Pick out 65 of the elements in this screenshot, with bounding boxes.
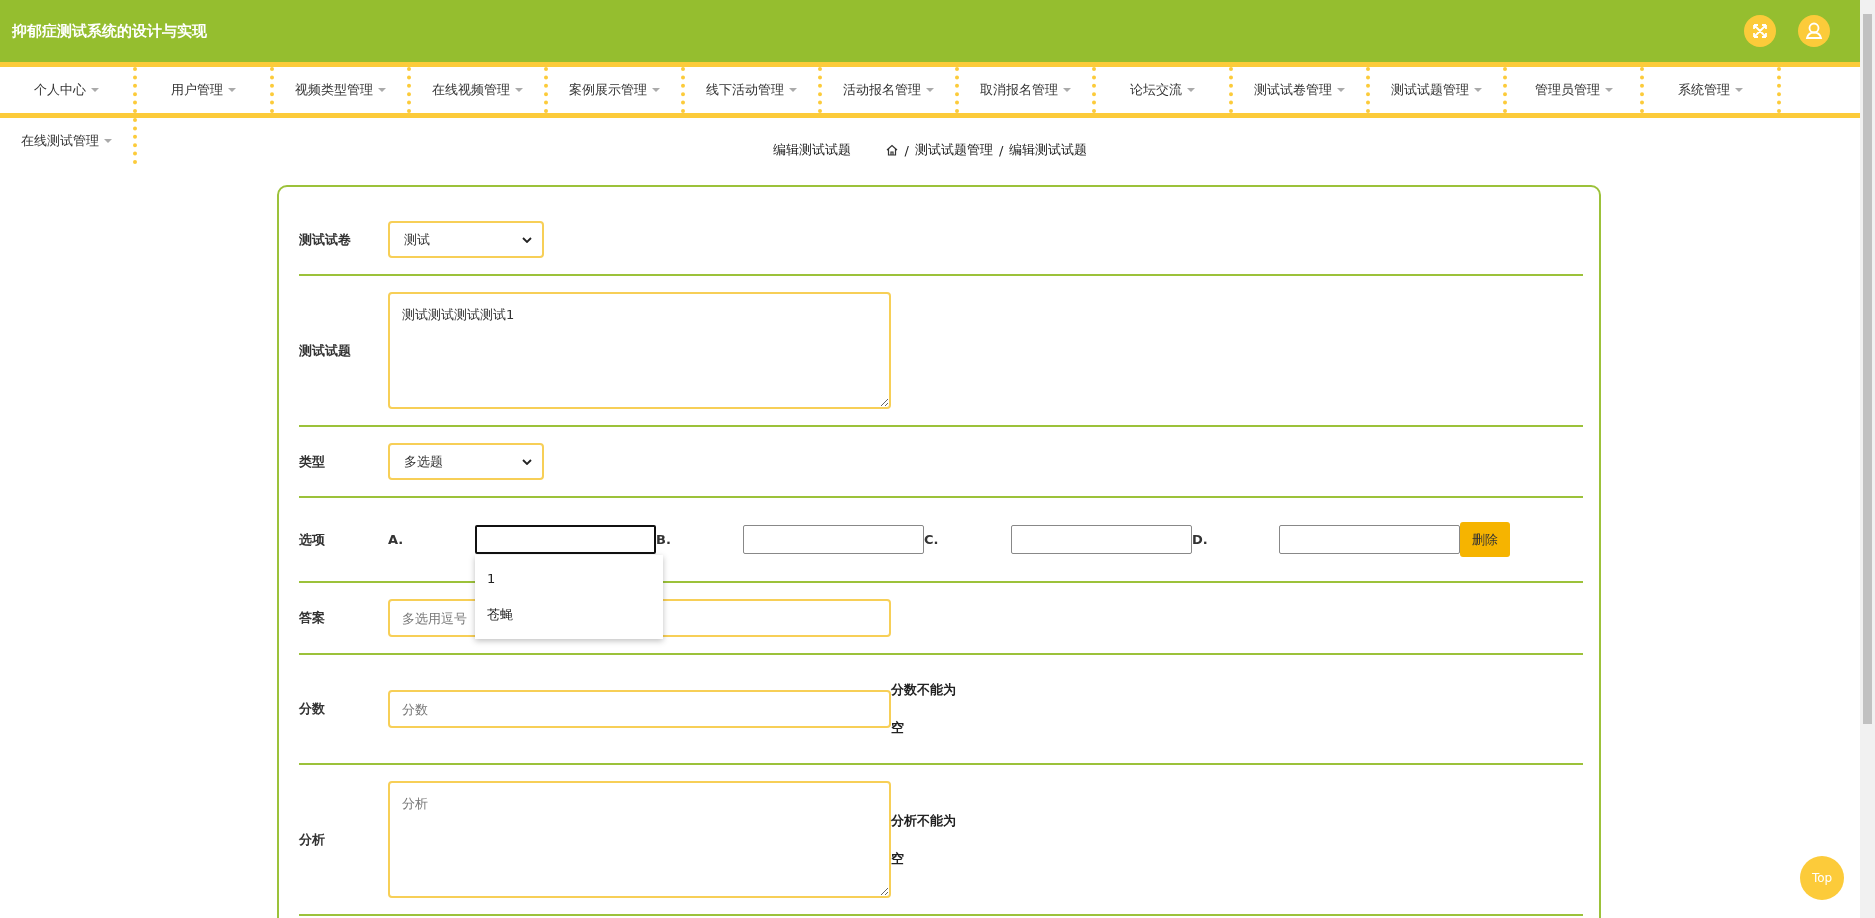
suggestion-item[interactable]: 1 (475, 561, 663, 597)
field-label: 类型 (299, 452, 326, 471)
breadcrumb-separator: / (904, 142, 909, 158)
field-label: 测试试卷 (299, 230, 352, 249)
user-icon[interactable] (1798, 15, 1830, 47)
nav-menu-item[interactable]: 视频类型管理 (274, 67, 411, 113)
option-letter: A. (388, 532, 405, 547)
field-label: 选项 (299, 530, 326, 549)
page-title: 编辑测试试题 (772, 141, 851, 159)
nav-menu-item[interactable]: 测试试题管理 (1370, 67, 1507, 113)
breadcrumb-separator: / (999, 142, 1004, 158)
delete-button[interactable]: 删除 (1460, 522, 1510, 557)
nav-menu-item[interactable]: 取消报名管理 (959, 67, 1096, 113)
caret-icon (1187, 88, 1195, 92)
nav-menu-item[interactable]: 在线视频管理 (411, 67, 548, 113)
caret-icon (789, 88, 797, 92)
caret-icon (1735, 88, 1743, 92)
caret-icon (1337, 88, 1345, 92)
error-message: 分析不能为空 (891, 811, 957, 868)
option-letter: D. (1192, 532, 1209, 547)
analysis-textarea[interactable]: 分析 (388, 781, 891, 898)
chevron-icon (522, 458, 532, 465)
suggestion-item[interactable]: 苍蝇 (475, 597, 663, 633)
caret-icon (1474, 88, 1482, 92)
breadcrumb-item[interactable]: 测试试题管理 (915, 141, 993, 159)
nav-menu-item[interactable]: 在线测试管理 (0, 118, 137, 164)
paper-select[interactable]: 测试 (388, 221, 544, 258)
nav-menu-item[interactable]: 论坛交流 (1096, 67, 1233, 113)
nav-menu-item[interactable]: 用户管理 (137, 67, 274, 113)
error-message: 分数不能为空 (891, 681, 957, 737)
nav-menu-item[interactable]: 线下活动管理 (685, 67, 822, 113)
option-input[interactable] (1279, 525, 1460, 554)
breadcrumb-item: 编辑测试试题 (1009, 141, 1088, 159)
caret-icon (926, 88, 934, 92)
option-input[interactable] (743, 525, 924, 554)
home-icon[interactable] (884, 143, 899, 157)
nav-menu-item[interactable]: 活动报名管理 (822, 67, 959, 113)
scrollbar-thumb[interactable] (1863, 14, 1872, 724)
option-letter: C. (924, 532, 940, 547)
field-label: 答案 (299, 609, 326, 627)
caret-icon (1604, 88, 1613, 92)
caret-icon (652, 88, 660, 92)
nav-menu-item[interactable]: 案例展示管理 (548, 67, 685, 113)
question-textarea[interactable]: 测试测试测试测试1 (388, 292, 891, 409)
caret-icon (228, 88, 236, 92)
type-select[interactable]: 多选题 (388, 443, 544, 480)
option-input[interactable] (1011, 525, 1192, 554)
app-title: 抑郁症测试系统的设计与实现 (12, 21, 207, 41)
caret-icon (91, 88, 99, 92)
option-letter: B. (656, 532, 672, 547)
chevron-icon (522, 236, 532, 243)
caret-icon (378, 88, 386, 92)
fullscreen-icon[interactable] (1744, 15, 1776, 47)
field-label: 测试试题 (299, 341, 352, 360)
nav-menu-item[interactable]: 个人中心 (0, 67, 137, 113)
nav-menu-item[interactable]: 系统管理 (1644, 67, 1781, 113)
field-label: 分数 (299, 700, 326, 718)
nav-menu-item[interactable]: 管理员管理 (1507, 67, 1644, 113)
field-label: 分析 (299, 830, 326, 849)
caret-icon (104, 139, 112, 143)
caret-icon (515, 88, 523, 92)
option-input[interactable] (475, 525, 656, 554)
score-input[interactable]: 分数 (388, 690, 891, 728)
caret-icon (1063, 88, 1071, 92)
nav-menu-item[interactable]: 测试试卷管理 (1233, 67, 1370, 113)
